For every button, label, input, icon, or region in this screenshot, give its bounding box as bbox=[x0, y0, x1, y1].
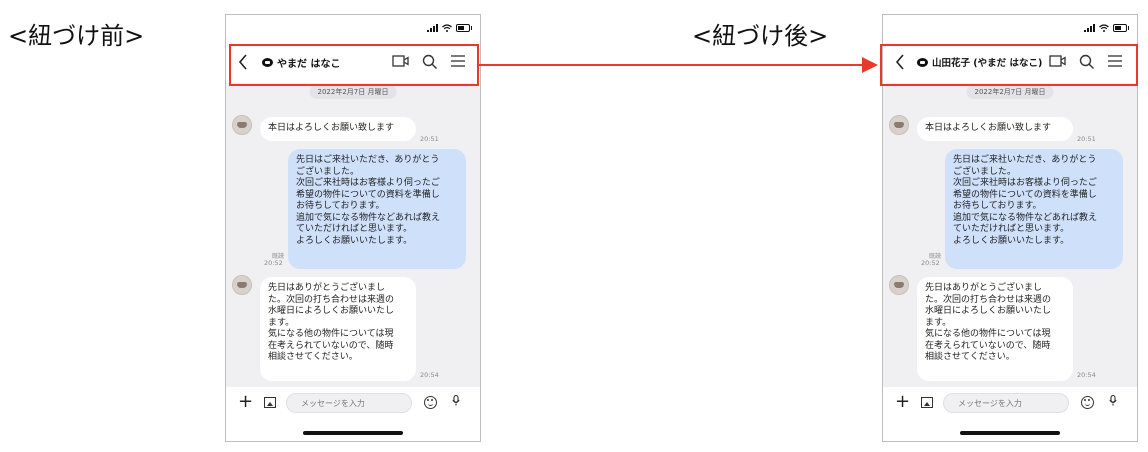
message-line: 本日はよろしくお願い致します bbox=[925, 123, 1052, 133]
message-time: 20:51 bbox=[1077, 135, 1096, 143]
message-line: 相談させてください。 bbox=[268, 352, 358, 362]
emoji-icon[interactable] bbox=[424, 396, 437, 409]
message-line: 水曜日によろしくお願いいたし bbox=[925, 306, 1052, 316]
message-line: 気になる他の物件については現 bbox=[268, 329, 394, 339]
home-indicator bbox=[303, 431, 403, 435]
signal-icon bbox=[1084, 24, 1095, 32]
image-icon[interactable] bbox=[921, 397, 933, 408]
avatar[interactable] bbox=[232, 115, 252, 135]
message-line: お待ちしております。 bbox=[296, 201, 385, 211]
message-line: ます。 bbox=[268, 317, 295, 328]
message-line: 先日はありがとうございまし bbox=[925, 283, 1043, 293]
message-line: ます。 bbox=[925, 317, 952, 328]
home-indicator bbox=[960, 431, 1060, 435]
input-bar: + bbox=[883, 387, 1137, 419]
mic-icon[interactable] bbox=[452, 395, 460, 406]
battery-icon bbox=[1113, 24, 1129, 32]
message-time: 20:52 bbox=[921, 259, 940, 267]
message-line: た。次回の打ち合わせは来週の bbox=[925, 294, 1052, 305]
message-line: 本日はよろしくお願い致します bbox=[268, 123, 395, 133]
received-message[interactable]: 先日はありがとうございまし た。次回の打ち合わせは来週の 水曜日によろしくお願い… bbox=[917, 277, 1073, 381]
status-bar bbox=[883, 15, 1137, 43]
message-line: よろしくお願いいたします。 bbox=[296, 235, 413, 246]
avatar[interactable] bbox=[889, 275, 909, 295]
message-line: 相談させてください。 bbox=[925, 352, 1015, 362]
message-line: 先日はご来社いただき、ありがとう bbox=[953, 155, 1097, 165]
signal-icon bbox=[427, 24, 438, 32]
message-input[interactable] bbox=[286, 393, 412, 413]
mic-icon[interactable] bbox=[1109, 395, 1117, 406]
message-line: 先日はありがとうございまし bbox=[268, 283, 386, 293]
received-message[interactable]: 先日はありがとうございまし た。次回の打ち合わせは来週の 水曜日によろしくお願い… bbox=[260, 277, 416, 381]
message-line: お待ちしております。 bbox=[953, 201, 1042, 211]
avatar[interactable] bbox=[889, 115, 909, 135]
message-time: 20:54 bbox=[420, 371, 439, 379]
message-line: 追加で気になる物件などあれば教え bbox=[296, 212, 441, 223]
wifi-icon bbox=[442, 24, 452, 32]
message-line: ていただければと思います。 bbox=[953, 224, 1070, 234]
chat-area[interactable]: 2022年2月7日 月曜日 本日はよろしくお願い致します 20:51 先日はご来… bbox=[226, 83, 480, 387]
input-bar: + bbox=[226, 387, 480, 419]
message-line: ていただければと思います。 bbox=[296, 224, 413, 234]
emoji-icon[interactable] bbox=[1081, 396, 1094, 409]
battery-icon bbox=[456, 24, 472, 32]
label-before: <紐づけ前> bbox=[8, 22, 145, 50]
wifi-icon bbox=[1099, 24, 1109, 32]
label-after: <紐づけ後> bbox=[692, 22, 829, 50]
chat-area[interactable]: 2022年2月7日 月曜日 本日はよろしくお願い致します 20:51 先日はご来… bbox=[883, 83, 1137, 387]
message-line: ございました。 bbox=[953, 166, 1017, 177]
message-time: 20:52 bbox=[264, 259, 283, 267]
message-line: 次回ご来社時はお客様より伺ったご bbox=[296, 178, 440, 188]
message-line: よろしくお願いいたします。 bbox=[953, 235, 1070, 246]
message-line: ございました。 bbox=[296, 166, 360, 177]
sent-message[interactable]: 先日はご来社いただき、ありがとう ございました。 次回ご来社時はお客様より伺った… bbox=[945, 149, 1123, 269]
message-input[interactable] bbox=[943, 393, 1069, 413]
highlight-box-before bbox=[229, 44, 479, 86]
message-line: た。次回の打ち合わせは来週の bbox=[268, 294, 395, 305]
plus-icon[interactable]: + bbox=[895, 393, 910, 411]
message-line: 気になる他の物件については現 bbox=[925, 329, 1051, 339]
received-message[interactable]: 本日はよろしくお願い致します bbox=[917, 117, 1073, 141]
message-time: 20:54 bbox=[1077, 371, 1096, 379]
message-line: 希望の物件についての資料を準備し bbox=[296, 189, 440, 200]
message-line: 水曜日によろしくお願いいたし bbox=[268, 306, 395, 316]
message-line: 希望の物件についての資料を準備し bbox=[953, 189, 1097, 200]
date-chip: 2022年2月7日 月曜日 bbox=[309, 85, 397, 99]
plus-icon[interactable]: + bbox=[238, 393, 253, 411]
message-line: 追加で気になる物件などあれば教え bbox=[953, 212, 1098, 223]
message-line: 在考えられていないので、随時 bbox=[268, 340, 394, 351]
received-message[interactable]: 本日はよろしくお願い致します bbox=[260, 117, 416, 141]
status-bar bbox=[226, 15, 480, 43]
image-icon[interactable] bbox=[264, 397, 276, 408]
avatar[interactable] bbox=[232, 275, 252, 295]
message-line: 在考えられていないので、随時 bbox=[925, 340, 1051, 351]
message-time: 20:51 bbox=[420, 135, 439, 143]
date-chip: 2022年2月7日 月曜日 bbox=[966, 85, 1054, 99]
message-line: 次回ご来社時はお客様より伺ったご bbox=[953, 178, 1097, 188]
sent-message[interactable]: 先日はご来社いただき、ありがとう ございました。 次回ご来社時はお客様より伺った… bbox=[288, 149, 466, 269]
message-line: 先日はご来社いただき、ありがとう bbox=[296, 155, 440, 165]
highlight-box-after bbox=[880, 44, 1138, 86]
